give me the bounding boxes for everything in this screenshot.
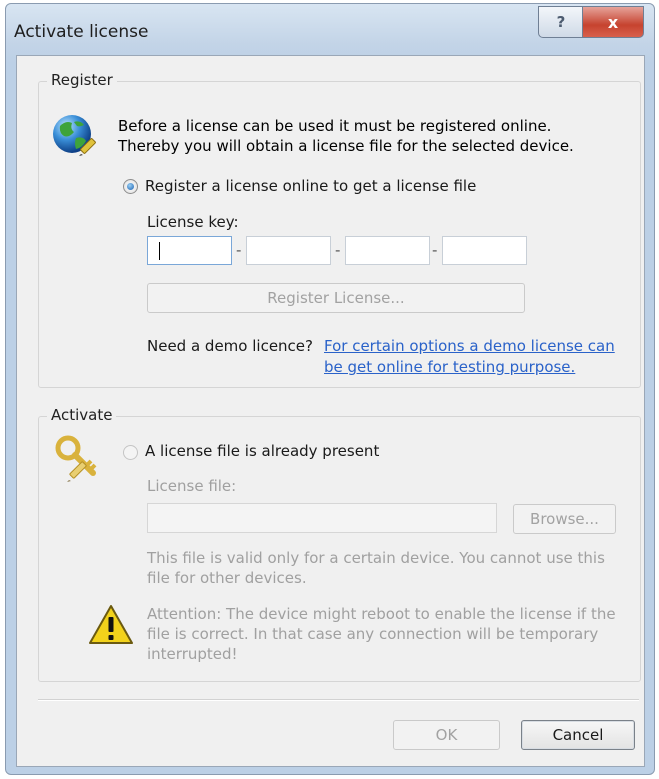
demo-licence-prompt: Need a demo licence? (147, 337, 313, 355)
text-caret (159, 242, 160, 260)
reboot-warning-text: Attention: The device might reboot to en… (147, 605, 616, 663)
license-key-separator-3: - (432, 241, 438, 259)
register-online-radio[interactable] (123, 179, 138, 194)
license-file-present-radio-label[interactable]: A license file is already present (145, 442, 379, 460)
license-file-input[interactable] (147, 503, 497, 533)
register-group-title: Register (47, 71, 117, 89)
demo-license-link[interactable]: For certain options a demo license can b… (324, 336, 624, 378)
help-button[interactable]: ? (538, 6, 584, 38)
license-key-part-3[interactable] (345, 236, 430, 265)
dialog-client-area: Register Before a license can be used it… (16, 55, 645, 767)
close-icon: x (607, 12, 619, 32)
register-description: Before a license can be used it must be … (118, 117, 574, 155)
license-key-part-2[interactable] (246, 236, 331, 265)
license-key-part-4[interactable] (442, 236, 527, 265)
ok-button[interactable]: OK (393, 720, 500, 750)
register-license-button[interactable]: Register License... (147, 283, 525, 313)
license-key-separator-2: - (335, 241, 341, 259)
footer-separator (38, 699, 639, 701)
help-icon: ? (556, 13, 566, 31)
warning-icon (89, 605, 133, 644)
license-validity-note: This file is valid only for a certain de… (147, 549, 605, 587)
globe-icon (53, 115, 96, 156)
license-file-present-radio[interactable] (123, 445, 138, 460)
dialog-window: Activate license ? x Register Before a l… (5, 3, 655, 775)
browse-button[interactable]: Browse... (513, 504, 616, 534)
window-title: Activate license (14, 22, 149, 42)
activate-group-title: Activate (47, 406, 117, 424)
license-file-label: License file: (147, 477, 237, 495)
close-button[interactable]: x (582, 6, 644, 38)
key-icon (55, 435, 97, 482)
license-key-label: License key: (147, 213, 239, 231)
license-key-separator-1: - (236, 241, 242, 259)
cancel-button[interactable]: Cancel (521, 720, 635, 750)
license-key-part-1[interactable] (147, 236, 232, 265)
title-bar[interactable]: Activate license ? x (6, 4, 654, 56)
register-online-radio-label[interactable]: Register a license online to get a licen… (145, 177, 476, 195)
